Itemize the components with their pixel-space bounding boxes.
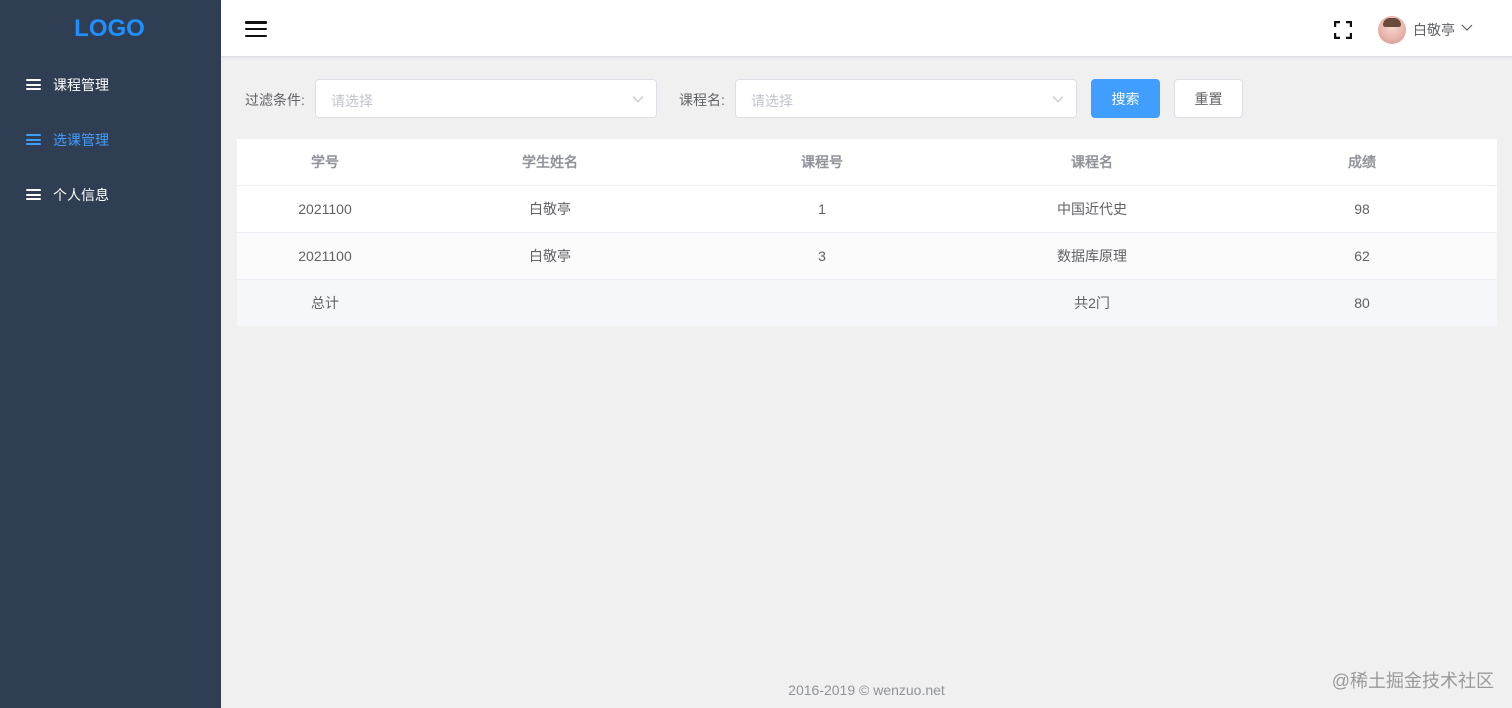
sidebar-item-label: 选课管理 bbox=[53, 131, 109, 148]
select-placeholder: 请选择 bbox=[331, 93, 373, 109]
table-header-row: 学号 学生姓名 课程号 课程名 成绩 bbox=[237, 139, 1497, 186]
menu-icon bbox=[26, 79, 41, 90]
summary-cell: 80 bbox=[1354, 295, 1370, 311]
column-header-student-name[interactable]: 学生姓名 bbox=[413, 139, 687, 185]
table-summary-row: 总计 共2门 80 bbox=[237, 280, 1497, 326]
course-name-label: 课程名: bbox=[679, 92, 725, 108]
filter-condition-label: 过滤条件: bbox=[245, 92, 305, 108]
column-header-course-id[interactable]: 课程号 bbox=[687, 139, 957, 185]
hamburger-icon[interactable] bbox=[245, 21, 267, 37]
sidebar-item-personal-info[interactable]: 个人信息 bbox=[0, 167, 221, 222]
course-selection-table: 学号 学生姓名 课程号 课程名 成绩 2021100 白敬亭 1 中国近代史 9… bbox=[237, 139, 1497, 326]
footer-copyright: 2016-2019 © wenzuo.net bbox=[788, 682, 945, 698]
table-cell: 2021100 bbox=[298, 201, 352, 217]
table-cell: 中国近代史 bbox=[1057, 201, 1127, 217]
table-row[interactable]: 2021100 白敬亭 1 中国近代史 98 bbox=[237, 186, 1497, 233]
table-cell: 98 bbox=[1354, 201, 1370, 217]
table-cell: 3 bbox=[818, 248, 826, 264]
chevron-down-icon bbox=[632, 96, 644, 103]
select-placeholder: 请选择 bbox=[751, 93, 793, 109]
course-name-select[interactable]: 请选择 bbox=[735, 79, 1077, 118]
table-cell: 白敬亭 bbox=[529, 248, 571, 264]
summary-cell bbox=[413, 280, 687, 326]
column-header-student-id[interactable]: 学号 bbox=[237, 139, 413, 185]
table-row[interactable]: 2021100 白敬亭 3 数据库原理 62 bbox=[237, 233, 1497, 280]
chevron-down-icon[interactable] bbox=[1461, 20, 1473, 36]
summary-cell: 共2门 bbox=[1074, 295, 1110, 311]
column-header-course-name[interactable]: 课程名 bbox=[957, 139, 1227, 185]
watermark: @稀土掘金技术社区 bbox=[1331, 671, 1494, 691]
search-button[interactable]: 搜索 bbox=[1091, 79, 1160, 118]
fullscreen-icon[interactable] bbox=[1334, 21, 1352, 39]
sidebar-item-label: 课程管理 bbox=[53, 76, 109, 93]
sidebar-item-label: 个人信息 bbox=[53, 186, 109, 203]
reset-button[interactable]: 重置 bbox=[1174, 79, 1243, 118]
menu-icon bbox=[26, 189, 41, 200]
chevron-down-icon bbox=[1052, 96, 1064, 103]
table-cell: 62 bbox=[1354, 248, 1370, 264]
summary-cell: 总计 bbox=[311, 295, 339, 311]
table-cell: 数据库原理 bbox=[1057, 248, 1127, 264]
summary-cell bbox=[687, 280, 957, 326]
sidebar-item-course-management[interactable]: 课程管理 bbox=[0, 57, 221, 112]
sidebar-item-course-selection[interactable]: 选课管理 bbox=[0, 112, 221, 167]
table-cell: 白敬亭 bbox=[529, 201, 571, 217]
top-header: 白敬亭 bbox=[221, 0, 1512, 57]
table-cell: 1 bbox=[818, 201, 826, 217]
username[interactable]: 白敬亭 bbox=[1413, 20, 1455, 40]
column-header-score[interactable]: 成绩 bbox=[1227, 139, 1497, 185]
table-cell: 2021100 bbox=[298, 248, 352, 264]
avatar[interactable] bbox=[1378, 16, 1406, 44]
filter-condition-select[interactable]: 请选择 bbox=[315, 79, 657, 118]
menu-icon bbox=[26, 134, 41, 145]
sidebar: LOGO 课程管理 选课管理 个人信息 bbox=[0, 0, 221, 708]
logo[interactable]: LOGO bbox=[0, 0, 221, 57]
